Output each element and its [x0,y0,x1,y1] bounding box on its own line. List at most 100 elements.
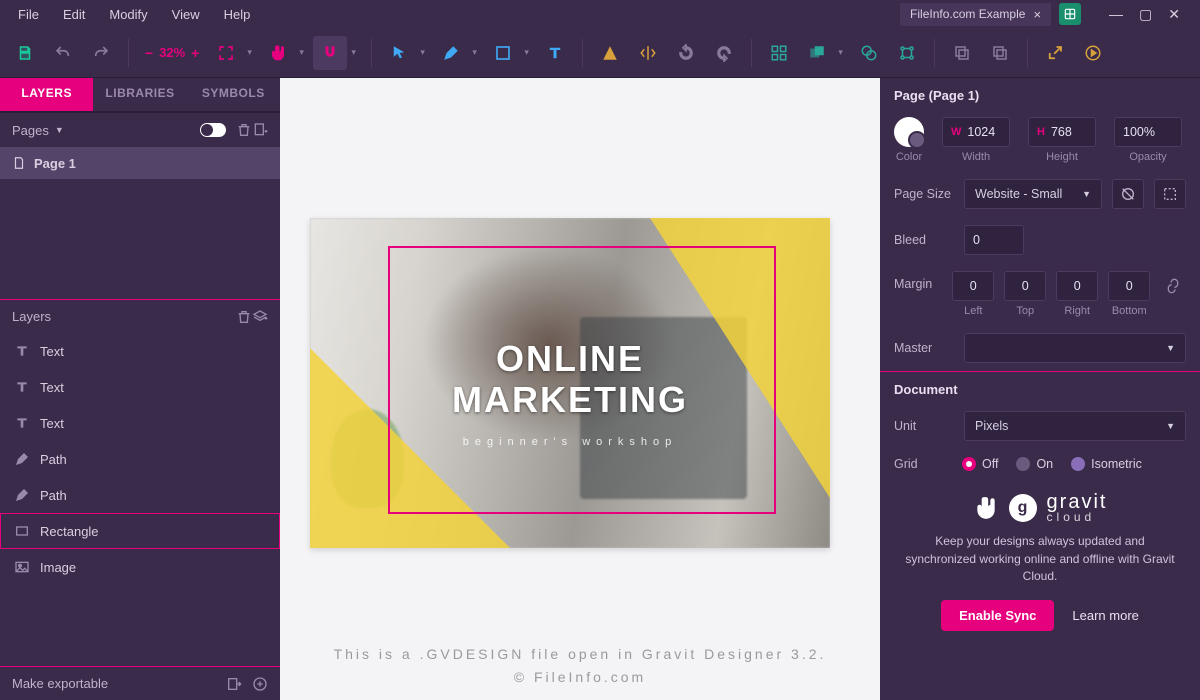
paste-button[interactable] [983,36,1017,70]
grid-on-radio[interactable]: On [1016,457,1053,471]
tab-layers[interactable]: LAYERS [0,78,93,111]
redo-button[interactable] [84,36,118,70]
dropdown-icon[interactable]: ▾ [247,47,257,58]
window-minimize-icon[interactable]: — [1109,6,1123,23]
grid-iso-radio[interactable]: Isometric [1071,457,1142,471]
trash-icon[interactable] [236,309,252,325]
pages-toggle[interactable] [200,123,226,137]
margin-top-field[interactable]: 0 [1004,271,1046,301]
clip-button[interactable] [1154,179,1186,209]
layer-row[interactable]: Text [0,333,280,369]
zoom-value: 32% [159,45,185,60]
pagesize-dropdown[interactable]: Website - Small▼ [964,179,1102,209]
add-layer-icon[interactable] [252,309,268,325]
group-tool[interactable] [800,36,834,70]
pan-button[interactable] [261,36,295,70]
export-icon[interactable] [226,676,242,692]
zoom-out-icon[interactable]: − [145,45,153,61]
play-button[interactable] [1076,36,1110,70]
menu-edit[interactable]: Edit [51,3,97,26]
zoom-in-icon[interactable]: + [191,45,199,61]
flip-tool[interactable] [631,36,665,70]
align-tool[interactable] [762,36,796,70]
layer-row[interactable]: Rectangle [0,513,280,549]
enable-sync-button[interactable]: Enable Sync [941,600,1054,631]
canvas-headline: ONLINE MARKETING [310,338,830,421]
height-field[interactable]: H768 [1028,117,1096,147]
undo-button[interactable] [46,36,80,70]
image-icon [14,559,30,575]
document-tab[interactable]: FileInfo.com Example × [900,3,1051,26]
dropdown-icon[interactable]: ▾ [524,47,534,58]
toolbar: − 32% + ▾ ▾ ▾ ▾ ▾ ▾ ▾ [0,28,1200,78]
close-tab-icon[interactable]: × [1033,7,1041,22]
page-row[interactable]: Page 1 [0,147,280,179]
cloud-promo: g gravitcloud Keep your designs always u… [880,479,1200,641]
pen-tool[interactable] [434,36,468,70]
canvas[interactable]: ONLINE MARKETING beginner's workshop Thi… [280,78,880,700]
dropdown-icon[interactable]: ▾ [299,47,309,58]
export-button[interactable] [1038,36,1072,70]
dropdown-icon[interactable]: ▾ [420,47,430,58]
margin-bottom-field[interactable]: 0 [1108,271,1150,301]
pagesize-label: Page Size [894,187,954,201]
dropdown-icon[interactable]: ▾ [838,47,848,58]
window-close-icon[interactable]: ✕ [1168,6,1180,23]
window-maximize-icon[interactable]: ▢ [1139,6,1152,23]
path-icon [14,451,30,467]
add-page-icon[interactable] [252,122,268,138]
layer-row[interactable]: Text [0,405,280,441]
make-exportable[interactable]: Make exportable [0,666,280,700]
bleed-field[interactable]: 0 [964,225,1024,255]
layer-row[interactable]: Text [0,369,280,405]
grid-off-radio[interactable]: Off [962,457,998,471]
margin-right-field[interactable]: 0 [1056,271,1098,301]
menu-modify[interactable]: Modify [97,3,159,26]
fit-screen-button[interactable] [209,36,243,70]
width-field[interactable]: W1024 [942,117,1010,147]
rotate-ccw-button[interactable] [669,36,703,70]
save-button[interactable] [8,36,42,70]
tab-libraries[interactable]: LIBRARIES [93,78,186,111]
orientation-button[interactable] [1112,179,1144,209]
unit-dropdown[interactable]: Pixels▼ [964,411,1186,441]
make-exportable-label: Make exportable [12,676,216,691]
layer-row[interactable]: Image [0,549,280,585]
master-label: Master [894,341,954,355]
path-op-tool[interactable] [852,36,886,70]
bleed-label: Bleed [894,233,954,247]
text-icon [14,343,30,359]
page-color-swatch[interactable] [894,117,924,147]
link-margins-icon[interactable] [1160,271,1186,301]
chevron-down-icon[interactable]: ▼ [55,125,64,135]
opacity-field[interactable]: 100% [1114,117,1182,147]
shape-tool[interactable] [486,36,520,70]
margin-left-field[interactable]: 0 [952,271,994,301]
hand-icon [973,495,999,521]
pages-label: Pages [12,123,49,138]
layer-row[interactable]: Path [0,441,280,477]
menu-help[interactable]: Help [212,3,263,26]
dropdown-icon[interactable]: ▾ [472,47,482,58]
copy-button[interactable] [945,36,979,70]
snap-button[interactable] [313,36,347,70]
pointer-tool[interactable] [382,36,416,70]
rotate-cw-button[interactable] [707,36,741,70]
page-row-label: Page 1 [34,156,76,171]
artboard[interactable]: ONLINE MARKETING beginner's workshop [310,218,830,548]
plus-circle-icon[interactable] [252,676,268,692]
transform-tool[interactable] [593,36,627,70]
menu-view[interactable]: View [160,3,212,26]
page-section-header: Page (Page 1) [880,78,1200,109]
trash-icon[interactable] [236,122,252,138]
tab-symbols[interactable]: SYMBOLS [187,78,280,111]
menu-file[interactable]: File [6,3,51,26]
text-tool[interactable] [538,36,572,70]
app-brand-icon[interactable] [1059,3,1081,25]
dropdown-icon[interactable]: ▾ [351,47,361,58]
zoom-control[interactable]: − 32% + [145,45,199,61]
learn-more-link[interactable]: Learn more [1072,608,1138,623]
layer-row[interactable]: Path [0,477,280,513]
master-dropdown[interactable]: ▼ [964,333,1186,363]
distribute-tool[interactable] [890,36,924,70]
